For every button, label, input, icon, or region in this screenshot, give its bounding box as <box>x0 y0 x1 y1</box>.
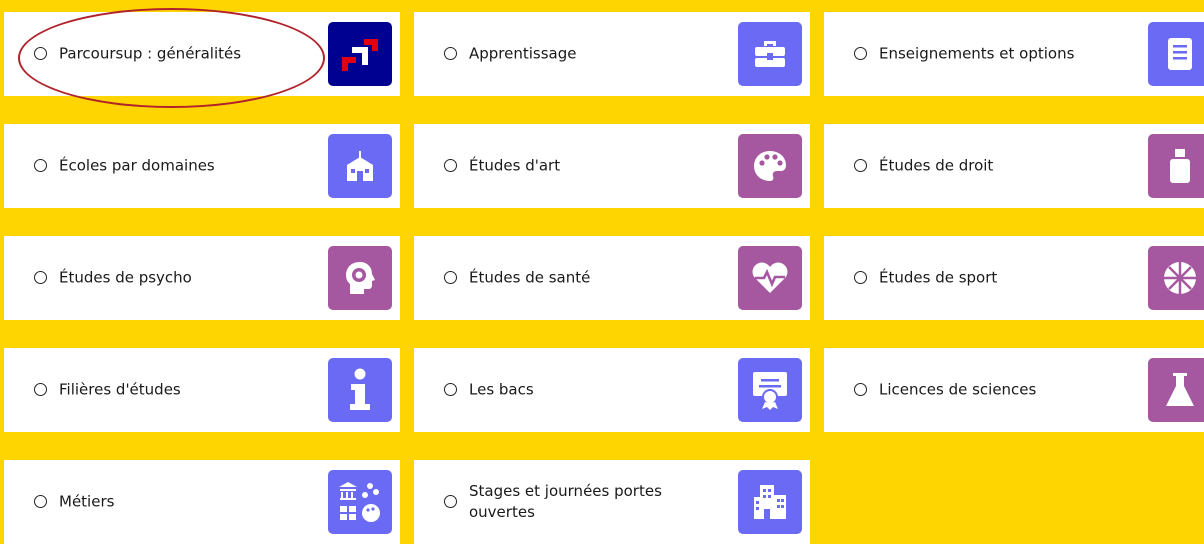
option-label: Stages et journées portes ouvertes <box>469 482 662 521</box>
option-label: Licences de sciences <box>879 380 1037 399</box>
option-label: Apprentissage <box>469 44 577 63</box>
radio-button[interactable] <box>444 159 457 172</box>
option-card-sante[interactable]: Études de santé <box>414 236 810 320</box>
option-label: Parcoursup : généralités <box>59 44 242 63</box>
info-icon <box>320 348 400 432</box>
radio-button[interactable] <box>854 159 867 172</box>
option-label: Études de droit <box>879 156 994 175</box>
option-card-ecoles[interactable]: Écoles par domaines <box>4 124 400 208</box>
option-label: Études de psycho <box>59 268 192 287</box>
option-label: Filières d'études <box>59 380 181 399</box>
radio-button[interactable] <box>34 159 47 172</box>
option-card-bacs[interactable]: Les bacs <box>414 348 810 432</box>
parcoursup-logo-icon <box>320 12 400 96</box>
option-label: Les bacs <box>469 380 534 399</box>
diploma-icon <box>730 348 810 432</box>
option-label: Études de sport <box>879 268 998 287</box>
heart-pulse-icon <box>730 236 810 320</box>
option-card-sciences[interactable]: Licences de sciences <box>824 348 1204 432</box>
radio-button[interactable] <box>444 495 457 508</box>
option-card-art[interactable]: Études d'art <box>414 124 810 208</box>
option-label: Écoles par domaines <box>59 156 215 175</box>
option-card-filieres[interactable]: Filières d'études <box>4 348 400 432</box>
palette-icon <box>730 124 810 208</box>
radio-button[interactable] <box>854 383 867 396</box>
option-card-parcoursup[interactable]: Parcoursup : généralités <box>4 8 400 108</box>
option-card-stages[interactable]: Stages et journées portes ouvertes <box>414 460 810 544</box>
radio-button[interactable] <box>34 495 47 508</box>
notebook-icon <box>1140 12 1204 96</box>
option-card-psycho[interactable]: Études de psycho <box>4 236 400 320</box>
option-card-apprentissage[interactable]: Apprentissage <box>414 12 810 96</box>
option-label: Études d'art <box>469 156 561 175</box>
option-card-metiers[interactable]: Métiers <box>4 460 400 544</box>
school-building-icon <box>320 124 400 208</box>
option-card-droit[interactable]: Études de droit <box>824 124 1204 208</box>
radio-button[interactable] <box>34 383 47 396</box>
radio-button[interactable] <box>444 47 457 60</box>
option-card-sport[interactable]: Études de sport <box>824 236 1204 320</box>
radio-button[interactable] <box>34 271 47 284</box>
radio-button[interactable] <box>854 47 867 60</box>
basketball-icon <box>1140 236 1204 320</box>
buildings-icon <box>730 460 810 544</box>
option-card-enseignements[interactable]: Enseignements et options <box>824 12 1204 96</box>
radio-button[interactable] <box>444 383 457 396</box>
jobs-collage-icon <box>320 460 400 544</box>
radio-button[interactable] <box>34 47 47 60</box>
option-label: Métiers <box>59 492 115 511</box>
law-book-icon <box>1140 124 1204 208</box>
option-label: Études de santé <box>469 268 591 287</box>
radio-button[interactable] <box>854 271 867 284</box>
briefcase-icon <box>730 12 810 96</box>
option-label: Enseignements et options <box>879 44 1075 63</box>
head-gear-icon <box>320 236 400 320</box>
flask-icon <box>1140 348 1204 432</box>
radio-button[interactable] <box>444 271 457 284</box>
